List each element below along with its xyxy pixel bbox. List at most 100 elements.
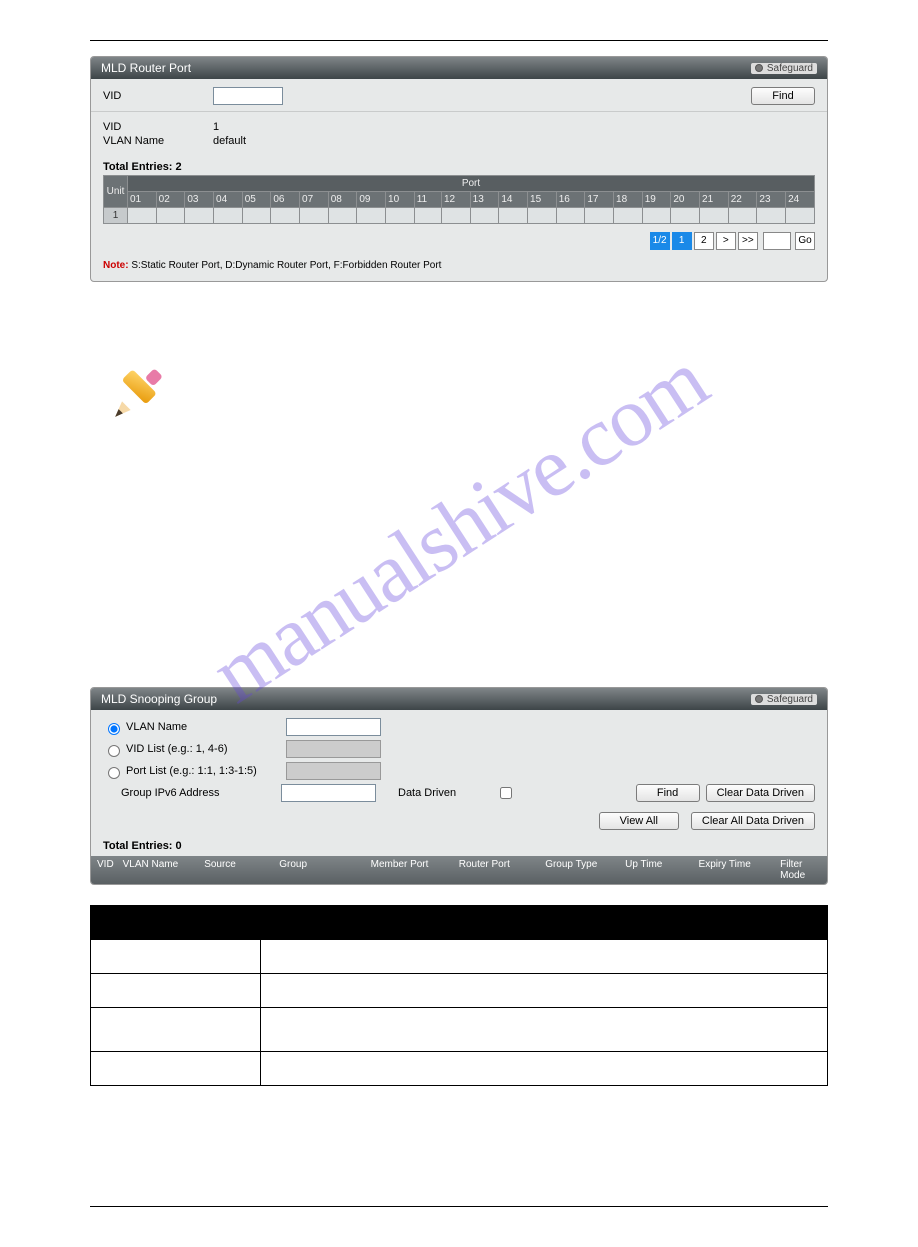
port-column-header: 09 [357,192,386,208]
page-next[interactable]: > [716,232,736,250]
vid-list-radio[interactable] [108,745,120,757]
port-column-header: 12 [442,192,471,208]
port-column-header: 14 [499,192,528,208]
port-column-header: 21 [700,192,729,208]
column-label: Expiry Time [699,859,755,881]
clear-all-data-driven-button[interactable]: Clear All Data Driven [691,812,815,830]
unit-value-cell: 1 [104,208,128,224]
port-list-option-label: Port List (e.g.: 1:1, 1:3-1:5) [126,765,286,777]
port-column-header: 20 [671,192,700,208]
column-label: Up Time [625,859,672,881]
column-label: VID [97,859,117,881]
vid-list-input[interactable] [286,740,381,758]
column-label: Filter Mode [780,859,821,881]
port-column-header: 05 [242,192,271,208]
panel-header: MLD Snooping Group Safeguard [91,688,827,710]
bottom-divider [90,1206,828,1207]
column-label: Group Type [545,859,599,881]
port-column-header: 02 [156,192,185,208]
panel-header: MLD Router Port Safeguard [91,57,827,79]
vlan-name-value: default [213,135,246,147]
port-column-header: 06 [271,192,300,208]
vlan-name-option-label: VLAN Name [126,721,286,733]
safeguard-label: Safeguard [767,63,813,74]
data-driven-checkbox[interactable] [500,787,512,799]
port-column-header: 07 [300,192,329,208]
pencil-icon [110,367,165,422]
panel-title: MLD Router Port [101,61,191,75]
port-column-header: 01 [128,192,157,208]
page-2[interactable]: 2 [694,232,714,250]
unit-header: Unit [104,176,128,208]
column-label: Source [204,859,253,881]
mld-router-port-panel: MLD Router Port Safeguard VID Find VID 1… [90,56,828,282]
port-list-radio[interactable] [108,767,120,779]
port-column-header: 10 [386,192,415,208]
snooping-columns-header: VID VLAN Name Source Group Member Port Router… [91,856,827,884]
safeguard-icon [755,695,763,703]
watermark-region: manualshive.com [0,367,918,687]
port-column-header: 15 [528,192,557,208]
port-column-header: 11 [414,192,441,208]
port-column-header: 13 [470,192,499,208]
port-column-header: 17 [585,192,614,208]
table-row [91,1008,828,1052]
table-row: 1 [104,208,815,224]
find-button[interactable]: Find [636,784,700,802]
vlan-name-radio[interactable] [108,723,120,735]
port-column-header: 08 [328,192,357,208]
vid-input[interactable] [213,87,283,105]
vid-label2: VID [103,121,213,133]
port-column-header: 19 [642,192,671,208]
parameter-table [90,905,828,1086]
vid-value: 1 [213,121,219,133]
page-1[interactable]: 1 [672,232,692,250]
total-entries-label: Total Entries: 2 [103,161,815,173]
table-row [91,940,828,974]
data-driven-label: Data Driven [398,787,456,799]
mld-snooping-group-panel: MLD Snooping Group Safeguard VLAN Name V… [90,687,828,885]
table-header-cell [91,906,261,940]
column-label: Member Port [371,859,433,881]
table-row [91,1052,828,1086]
port-column-header: 22 [728,192,757,208]
page-input[interactable] [763,232,791,250]
port-number-row: 0102030405060708091011121314151617181920… [104,192,815,208]
note-line: Note: S:Static Router Port, D:Dynamic Ro… [103,260,815,271]
page-range[interactable]: 1/2 [650,232,670,250]
watermark-text: manualshive.com [194,331,723,722]
safeguard-badge: Safeguard [751,694,817,705]
table-row [91,974,828,1008]
port-column-header: 24 [786,192,815,208]
note-text: S:Static Router Port, D:Dynamic Router P… [129,260,442,271]
port-column-header: 23 [757,192,786,208]
port-column-header: 16 [556,192,585,208]
vlan-name-input[interactable] [286,718,381,736]
vlan-name-label: VLAN Name [103,135,213,147]
port-column-header: 04 [214,192,243,208]
pagination: 1/2 1 2 > >> Go [103,232,815,250]
safeguard-badge: Safeguard [751,63,817,74]
clear-data-driven-button[interactable]: Clear Data Driven [706,784,815,802]
group-ipv6-input[interactable] [281,784,376,802]
group-ipv6-label: Group IPv6 Address [121,787,281,799]
total-entries-label: Total Entries: 0 [103,840,815,852]
column-label: Router Port [459,859,519,881]
go-button[interactable]: Go [795,232,815,250]
page-last[interactable]: >> [738,232,758,250]
port-column-header: 18 [614,192,643,208]
column-label: VLAN Name [123,859,179,881]
note-prefix: Note: [103,260,129,271]
safeguard-label: Safeguard [767,694,813,705]
vid-list-option-label: VID List (e.g.: 1, 4-6) [126,743,286,755]
port-list-input[interactable] [286,762,381,780]
column-label: Group [279,859,344,881]
port-table: Unit Port 010203040506070809101112131415… [103,175,815,224]
table-header-row [91,906,828,940]
view-all-button[interactable]: View All [599,812,679,830]
find-button[interactable]: Find [751,87,815,105]
panel-title: MLD Snooping Group [101,692,217,706]
port-header: Port [128,176,815,192]
vid-label: VID [103,90,213,102]
safeguard-icon [755,64,763,72]
